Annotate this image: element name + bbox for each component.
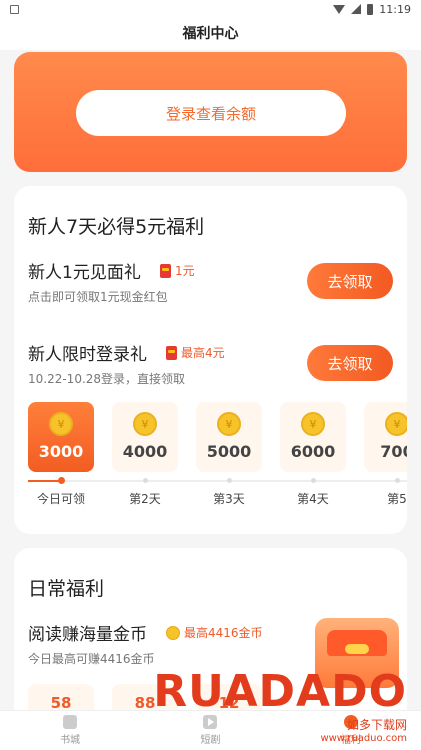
watermark-url: www.ruaduo.com [320, 733, 407, 744]
newbie-row1-title: 新人1元见面礼 [28, 263, 141, 283]
checkin-day-label: 第3天 [213, 492, 245, 506]
coin-icon: ¥ [385, 412, 407, 436]
daily-title: 日常福利 [28, 578, 105, 600]
checkin-tick [227, 478, 232, 483]
checkin-day-amount: 700 [380, 442, 407, 461]
checkin-tick [395, 478, 400, 483]
status-bar: 11:19 [0, 0, 421, 18]
newbie-row1-claim-button[interactable]: 去领取 [307, 263, 393, 299]
checkin-tick [143, 478, 148, 483]
checkin-day-4[interactable]: ¥ 6000 [280, 402, 346, 472]
newbie-card: 新人7天必得5元福利 新人1元见面礼 1元 点击即可领取1元现金红包 去领取 新… [14, 186, 407, 534]
checkin-day-amount: 4000 [122, 442, 168, 461]
checkin-day-amount: 3000 [38, 442, 84, 461]
checkin-days: ¥ 3000 今日可领 ¥ 4000 第2天 ¥ 5000 第3天 ¥ 6000… [28, 402, 407, 512]
checkin-day-label: 第5 [387, 492, 407, 506]
checkin-day-label: 第2天 [129, 492, 161, 506]
newbie-row2-tag: 最高4元 [166, 344, 225, 361]
nav-item-label: 书城 [60, 735, 81, 746]
nav-item-bookstore[interactable]: 书城 [0, 711, 140, 750]
watermark-sub: 如多下载网 [346, 718, 407, 732]
checkin-progress-dot [58, 477, 65, 484]
checkin-day-1[interactable]: ¥ 3000 [28, 402, 94, 472]
checkin-day-3[interactable]: ¥ 5000 [196, 402, 262, 472]
daily-row1-title: 阅读赚海量金币 [28, 625, 147, 645]
coin-icon: ¥ [301, 412, 325, 436]
newbie-row2-sub: 10.22-10.28登录，直接领取 [28, 372, 186, 386]
login-button[interactable]: 登录查看余额 [76, 90, 346, 136]
status-right: 11:19 [333, 3, 411, 16]
signal-icon [351, 4, 362, 14]
checkin-day-2[interactable]: ¥ 4000 [112, 402, 178, 472]
checkin-progress-track [28, 480, 407, 482]
home-icon [63, 715, 78, 729]
watermark: RUADADO 如多下载网 www.ruaduo.com [153, 666, 407, 745]
newbie-row1-tag-label: 1元 [175, 264, 195, 278]
wifi-icon [333, 4, 346, 14]
newbie-row1-tag: 1元 [160, 262, 195, 279]
checkin-day-amount: 6000 [290, 442, 336, 461]
red-packet-icon [160, 263, 171, 278]
page-title: 福利中心 [0, 18, 421, 50]
newbie-row2-tag-label: 最高4元 [181, 346, 225, 360]
checkin-day-5[interactable]: ¥ 700 [364, 402, 407, 472]
newbie-row2-title: 新人限时登录礼 [28, 345, 147, 365]
coin-icon: ¥ [133, 412, 157, 436]
battery-icon [367, 3, 374, 15]
balance-card: 登录查看余额 [14, 52, 407, 172]
newbie-row1-sub: 点击即可领取1元现金红包 [28, 290, 168, 304]
coin-icon: ¥ [217, 412, 241, 436]
coin-icon: ¥ [49, 412, 73, 436]
checkin-tick [311, 478, 316, 483]
daily-row1-tag: 最高4416金币 [166, 624, 263, 641]
daily-row1-tag-label: 最高4416金币 [184, 626, 263, 640]
newbie-title: 新人7天必得5元福利 [28, 216, 205, 238]
newbie-row2-claim-button[interactable]: 去领取 [307, 345, 393, 381]
watermark-text: RUADADO [153, 666, 407, 717]
checkin-day-amount: 5000 [206, 442, 252, 461]
notification-icon [10, 4, 19, 14]
daily-coin-amount: 58 [50, 694, 72, 712]
checkin-day-label: 第4天 [297, 492, 329, 506]
status-time: 11:19 [379, 2, 411, 16]
checkin-progress-fill [28, 480, 62, 482]
status-left [10, 4, 19, 14]
daily-row1-sub: 今日最高可赚4416金币 [28, 652, 155, 666]
red-packet-icon [166, 345, 177, 360]
checkin-day-label: 今日可领 [36, 492, 85, 506]
coin-icon [166, 625, 180, 640]
